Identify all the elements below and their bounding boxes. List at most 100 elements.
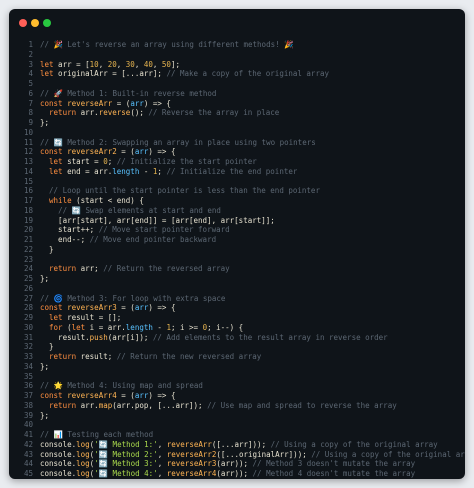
code-token: // Using a copy of the original array [270,439,438,449]
code-line: 40 [9,420,465,430]
code-token: // Move start pointer forward [98,225,230,235]
code-line: 21 end--; // Move end pointer backward [9,235,465,245]
code-line: 11 // 🔄 Method 2: Swapping an array in pl… [9,138,465,148]
code-text: const reverseArr2 = (arr) => { [40,147,175,157]
code-token: arr [130,98,144,108]
line-number: 34 [23,361,33,371]
code-token: ) => { [148,391,176,400]
code-token: ([...arr])); [211,439,271,449]
code-token: const [40,303,63,313]
minimize-dot-icon[interactable] [31,19,39,27]
code-token: , [157,459,167,469]
code-token: while [49,196,72,205]
code-token: result; [76,352,117,361]
code-line: 2 [9,50,465,60]
code-text: }; [40,411,49,421]
code-token: const [40,147,63,157]
code-token: = ( [116,303,135,313]
line-number: 37 [23,391,33,400]
maximize-dot-icon[interactable] [43,19,51,27]
line-number: 4 [28,69,33,79]
code-line: 22 } [9,245,465,255]
code-text: console.log('🔄 Method 3:', reverseArr3(a… [40,459,415,469]
code-token: // 🌟 Method 4: Using map and spread [40,381,203,391]
code-text: // 🔄 Method 2: Swapping an array in plac… [40,138,316,148]
code-token: result. [40,332,90,342]
code-line: 20 start++; // Move start pointer forwar… [9,225,465,235]
code-token: ) => { [143,98,171,108]
line-number: 24 [23,264,33,274]
line-number: 33 [23,352,33,361]
code-token: } [40,342,54,352]
code-text: let start = 0; // Initialize the start p… [40,157,257,167]
code-line: 27 // 🌀 Method 3: For loop with extra spa… [9,294,465,304]
code-token: = ( [112,98,131,108]
code-line: 32 } [9,342,465,352]
code-line: 10 [9,128,465,138]
code-line: 36 // 🌟 Method 4: Using map and spread [9,381,465,391]
code-token: // Method 3 doesn't mutate the array [252,459,416,469]
code-token: ([...originalArr])); [216,449,312,459]
code-line: 34}; [9,362,465,372]
code-token: // 🔄 Swap elements at start and end [58,205,221,215]
code-token: // Return the reversed array [103,264,230,274]
line-number: 6 [28,88,33,98]
code-token: end--; [40,235,90,244]
code-token: reverseArr2 [166,449,217,459]
line-number: 12 [23,147,33,157]
code-token: (); [130,108,149,118]
code-token: '🔄 Method 1:' [94,439,158,449]
code-line: 37 const reverseArr4 = (arr) => { [9,391,465,401]
code-token: // 🎉 Let's reverse an array using differ… [40,40,294,49]
code-token: , [157,469,167,478]
code-text: let originalArr = [...arr]; // Make a co… [40,69,329,79]
code-token: reverseArr4 [166,469,217,478]
code-text: start++; // Move start pointer forward [40,225,230,235]
code-token: // 🚀 Method 1: Built-in reverse method [40,88,217,98]
code-line: 44 console.log('🔄 Method 3:', reverseArr3… [9,459,465,469]
code-token: let [49,166,63,176]
code-token: // Add elements to the result array in r… [152,332,388,342]
line-number: 3 [28,59,33,69]
code-token: arr. [76,108,99,118]
line-number: 25 [23,274,33,283]
code-window: 1 // 🎉 Let's reverse an array using diffe… [9,9,465,479]
line-number: 15 [23,176,33,186]
code-line: 17 while (start < end) { [9,196,465,206]
code-token: arr [134,147,149,157]
code-text: return arr; // Return the reversed array [40,264,230,274]
code-token: console [40,459,72,469]
code-text: } [40,342,54,352]
code-token: } [40,244,54,254]
code-token: - [139,166,153,176]
line-number: 42 [23,439,33,449]
code-token: log [76,449,90,459]
code-text: console.log('🔄 Method 1:', reverseArr([.… [40,440,438,450]
code-token: reverse [98,108,131,118]
code-token: (arr.pop, [...arr]); [112,400,208,410]
close-dot-icon[interactable] [19,19,27,27]
line-number: 28 [23,303,33,313]
code-token: arr [134,303,149,313]
line-number: 23 [23,254,33,264]
code-line: 5 [9,79,465,89]
code-token: // Initialize the end pointer [166,166,298,176]
code-line: 30 for (let i = arr.length - 1; i >= 0; … [9,323,465,333]
code-token: // Use map and spread to reverse the arr… [207,400,397,410]
code-token: }; [40,274,50,283]
code-token: ; i >= [170,322,203,332]
code-text: return arr.reverse(); // Reverse the arr… [40,108,279,118]
code-editor[interactable]: 1 // 🎉 Let's reverse an array using diffe… [9,40,465,479]
code-token: // Make a copy of the original array [166,69,329,79]
code-token: reverseArr2 [67,147,117,157]
line-number: 1 [28,40,33,49]
code-token: 40 [143,59,153,69]
code-line: 19 [arr[start], arr[end]] = [arr[end], a… [9,216,465,226]
